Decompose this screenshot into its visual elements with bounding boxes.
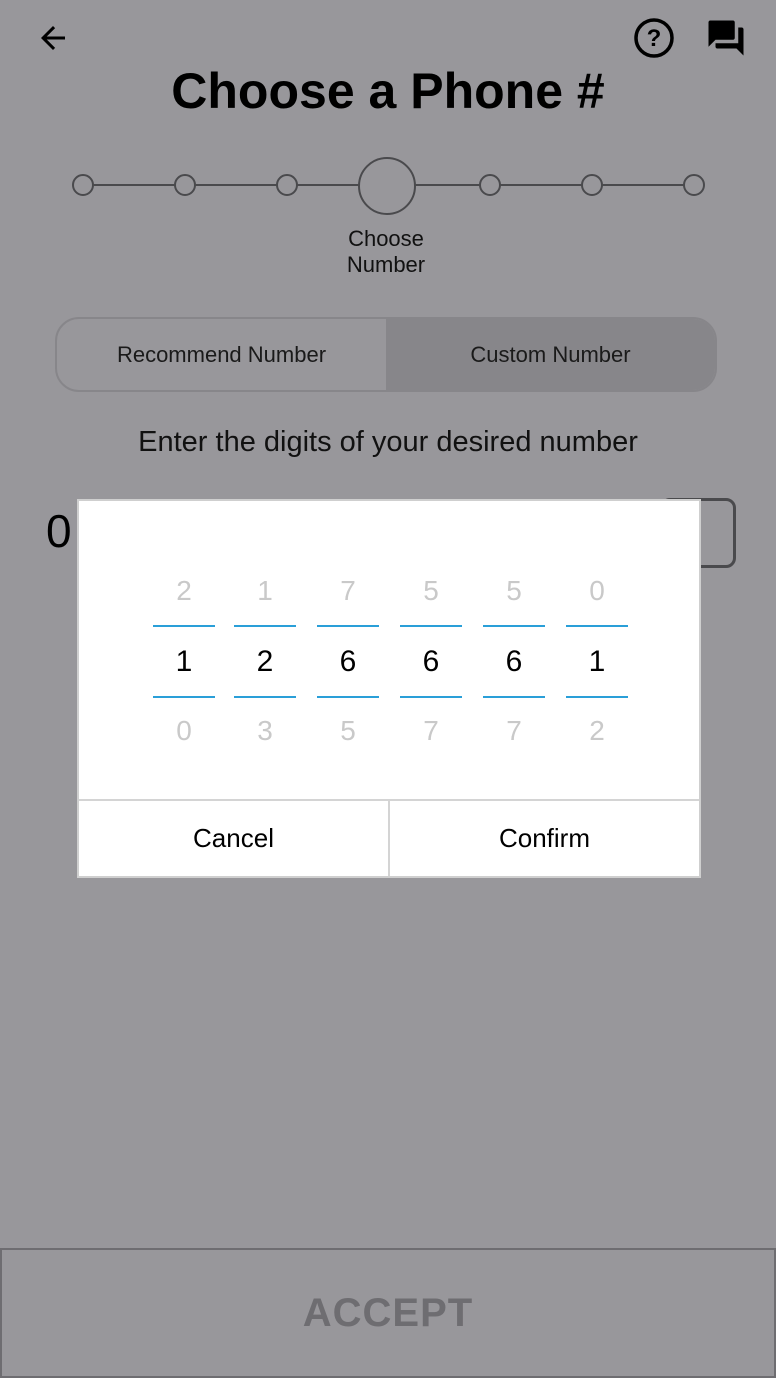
arrow-left-icon [41, 26, 65, 50]
picker-value-selected: 2 [256, 645, 274, 678]
picker-value-above: 5 [506, 575, 522, 606]
number-prefix: 0 [46, 505, 72, 557]
question-circle-icon: ? [634, 18, 674, 58]
picker-value-above: 1 [257, 575, 273, 606]
number-type-tabs: Recommend Number Custom Number [55, 317, 717, 392]
picker-value-below: 2 [589, 715, 605, 746]
picker-selection-line [317, 696, 379, 698]
step-dot-5 [479, 174, 501, 196]
picker-selection-line [234, 625, 296, 627]
picker-selection-line [153, 696, 215, 698]
picker-value-selected: 1 [588, 645, 606, 678]
help-button[interactable]: ? [632, 16, 676, 60]
picker-selection-line [566, 696, 628, 698]
picker-value-selected: 6 [505, 645, 523, 678]
step-dot-3 [276, 174, 298, 196]
page-title: Choose a Phone # [171, 63, 605, 119]
back-button[interactable] [30, 18, 76, 58]
picker-selection-line [234, 696, 296, 698]
picker-value-selected: 6 [422, 645, 440, 678]
picker-value-below: 5 [340, 715, 356, 746]
picker-value-below: 0 [176, 715, 192, 746]
picker-value-below: 3 [257, 715, 273, 746]
cancel-button[interactable]: Cancel [79, 801, 388, 876]
picker-value-above: 7 [340, 575, 356, 606]
tab-custom-number[interactable]: Custom Number [386, 319, 715, 390]
picker-value-selected: 6 [339, 645, 357, 678]
picker-selection-line [483, 696, 545, 698]
step-dot-1 [72, 174, 94, 196]
picker-selection-line [400, 625, 462, 627]
picker-selection-line [317, 625, 379, 627]
picker-selection-line [153, 625, 215, 627]
picker-column-5[interactable]: 5 6 7 [483, 501, 545, 801]
instruction-text: Enter the digits of your desired number [138, 426, 638, 458]
picker-selection-line [566, 625, 628, 627]
digit-picker-dialog: 2 1 0 1 2 3 7 6 5 5 6 7 5 6 7 0 1 2 Canc… [77, 499, 701, 878]
picker-selection-line [400, 696, 462, 698]
chat-bubbles-icon [708, 20, 744, 56]
picker-value-above: 2 [176, 575, 192, 606]
picker-selection-line [483, 625, 545, 627]
picker-column-3[interactable]: 7 6 5 [317, 501, 379, 801]
svg-text:?: ? [647, 25, 662, 52]
dialog-actions: Cancel Confirm [79, 799, 699, 876]
picker-column-6[interactable]: 0 1 2 [566, 501, 628, 801]
picker-column-2[interactable]: 1 2 3 [234, 501, 296, 801]
confirm-button[interactable]: Confirm [388, 801, 699, 876]
chat-button[interactable] [702, 16, 750, 60]
current-step-label-line2: Number [346, 252, 426, 277]
picker-value-above: 5 [423, 575, 439, 606]
picker-column-4[interactable]: 5 6 7 [400, 501, 462, 801]
step-dot-2 [174, 174, 196, 196]
picker-value-above: 0 [589, 575, 605, 606]
picker-column-1[interactable]: 2 1 0 [153, 501, 215, 801]
step-dot-6 [581, 174, 603, 196]
current-step-label: Choose Number [318, 226, 454, 278]
step-dot-7 [683, 174, 705, 196]
accept-button[interactable]: ACCEPT [0, 1248, 776, 1378]
tab-recommend-number[interactable]: Recommend Number [57, 319, 386, 390]
step-dot-current [358, 157, 416, 215]
picker-value-below: 7 [423, 715, 439, 746]
picker-value-below: 7 [506, 715, 522, 746]
picker-value-selected: 1 [175, 645, 193, 678]
current-step-label-line1: Choose [348, 226, 424, 251]
